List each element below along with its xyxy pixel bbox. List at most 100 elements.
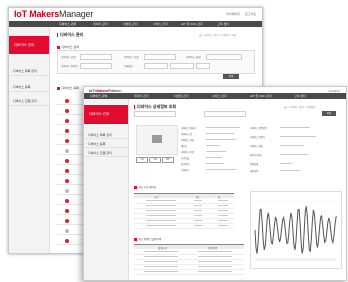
filter-label: 디바이스 상태 (186, 56, 201, 59)
detail-label-right: 제어이력 (250, 171, 259, 173)
detail-label: 통신방식 (181, 164, 190, 166)
front-detail-window: IoT MakersPlatform 마이페이지 디바이스 관리 데이터 관리 … (83, 86, 347, 281)
back-search-button[interactable]: 검색 (223, 74, 239, 79)
cell (146, 215, 176, 216)
cell (198, 261, 232, 262)
front-menu-item[interactable]: 데이터 관리 (134, 94, 149, 98)
date-to-input[interactable] (170, 63, 194, 69)
status-dot (65, 219, 69, 223)
filter-label: 디바이스 유형 (61, 56, 76, 59)
detail-value (206, 133, 234, 134)
device-thumbnail-icon (152, 135, 162, 143)
cell (194, 205, 202, 206)
detail-label-right: 디바이스 인증키 (250, 137, 265, 139)
cell (218, 205, 228, 206)
status-dot (65, 209, 69, 213)
detail-value (280, 163, 292, 164)
sidebar-item-device-model[interactable]: 디바이스 모델 관리 (84, 149, 128, 157)
detail-label: 디바이스 아이디 (181, 128, 196, 130)
back-menu-item[interactable]: 이벤트 관리 (123, 22, 138, 26)
back-logo-brand: IoT Makers (14, 9, 60, 19)
back-menu-item[interactable]: API 및 SDK 관리 (181, 22, 203, 26)
status-dot (65, 99, 69, 103)
front-menu-item[interactable]: 디바이스 관리 (90, 94, 107, 98)
table-row[interactable] (134, 223, 234, 229)
cell (194, 215, 202, 216)
device-search-input[interactable] (134, 111, 176, 117)
front-menu-item[interactable]: 고객 센터 (294, 94, 306, 98)
recent-events-section-label: 최근 이벤트 발생 이력 (134, 237, 162, 241)
detail-label-right: 디바이스 상태 (250, 146, 263, 148)
sidebar-item-device-register[interactable]: 디바이스 등록 (9, 83, 49, 92)
detail-label: 제조사 (181, 146, 188, 148)
cell (194, 200, 202, 201)
edit-button[interactable]: 수정 (136, 157, 148, 163)
detail-label: 디바이스 유형 (181, 152, 194, 154)
back-mypage-link[interactable]: 마이페이지 (226, 12, 240, 16)
status-dot (65, 139, 69, 143)
sidebar-item-device-list[interactable]: 디바이스 목록 관리 (84, 131, 128, 139)
detail-value (206, 163, 224, 164)
status-dot (65, 129, 69, 133)
cell (218, 220, 228, 221)
device-id-input[interactable] (80, 63, 112, 69)
front-breadcrumb: 홈 > 디바이스 관리 > 상세정보 (284, 106, 316, 109)
detail-value (206, 151, 226, 152)
sidebar-item-label: 디바이스 목록 관리 (88, 132, 112, 137)
filter-label: 디바이스 모델 (124, 56, 139, 59)
front-menu-item[interactable]: 이벤트 관리 (174, 94, 189, 98)
cell (198, 271, 232, 272)
back-menu-item[interactable]: 디바이스 관리 (59, 22, 76, 26)
back-logo[interactable]: IoT MakersManager (14, 9, 93, 19)
device-filter-input[interactable] (204, 111, 246, 117)
back-menu-item[interactable]: 고객 센터 (217, 22, 229, 26)
status-dot (65, 179, 69, 183)
cell (146, 210, 176, 211)
back-menu-item[interactable]: 데이터 관리 (93, 22, 108, 26)
detail-label-right: 디바이스 인증방법 (250, 128, 267, 130)
back-sidebar: 디바이스 관리 디바이스 목록 관리 디바이스 등록 디바이스 모델 관리 (9, 27, 50, 253)
cell (144, 256, 178, 257)
cell (146, 225, 176, 226)
status-dot (65, 109, 69, 113)
period-select[interactable] (196, 63, 210, 69)
cell (144, 266, 178, 267)
detail-label: 디바이스 명 (181, 134, 192, 136)
status-dot (65, 169, 69, 173)
chart-gridlines (255, 201, 337, 259)
delete-button[interactable]: 삭제 (149, 157, 161, 163)
cell (146, 200, 176, 201)
sidebar-item-label: 디바이스 모델 관리 (88, 150, 112, 155)
cell (198, 266, 232, 267)
back-sidebar-title: 디바이스 관리 (14, 43, 35, 47)
device-image (136, 125, 178, 155)
front-menu-item[interactable]: API 및 SDK 관리 (250, 94, 272, 98)
front-menu-item[interactable]: 서비스 관리 (212, 94, 227, 98)
list-button[interactable]: 목록 (322, 111, 336, 116)
table-row[interactable] (134, 269, 244, 275)
cell (144, 271, 178, 272)
sidebar-item-device-register[interactable]: 디바이스 등록 (84, 140, 128, 148)
back-menu-item[interactable]: 서비스 관리 (153, 22, 168, 26)
control-button[interactable]: 제어 (162, 157, 174, 163)
device-model-select[interactable] (144, 54, 176, 60)
detail-value (280, 145, 304, 146)
sidebar-item-device-list[interactable]: 디바이스 목록 관리 (9, 67, 49, 76)
front-sidebar-header: 디바이스 관리 (84, 105, 128, 124)
device-type-select[interactable] (80, 54, 112, 60)
status-dot (65, 189, 69, 193)
sidebar-item-device-model[interactable]: 디바이스 모델 관리 (9, 97, 49, 106)
detail-value (206, 139, 236, 140)
date-from-input[interactable] (144, 63, 168, 69)
sidebar-item-label: 디바이스 모델 관리 (13, 99, 37, 103)
recent-data-section-label: 최근 수집 데이터 (134, 185, 157, 189)
device-status-select[interactable] (206, 54, 242, 60)
status-dot (65, 149, 69, 153)
status-dot (65, 119, 69, 123)
back-page-title: 디바이스 관리 (57, 32, 83, 38)
detail-label: 디바이스 모델 (181, 140, 194, 142)
back-logout-link[interactable]: 로그아웃 (245, 12, 256, 16)
cell (218, 200, 228, 201)
sidebar-item-label: 디바이스 등록 (13, 85, 31, 89)
detail-value (206, 169, 236, 170)
